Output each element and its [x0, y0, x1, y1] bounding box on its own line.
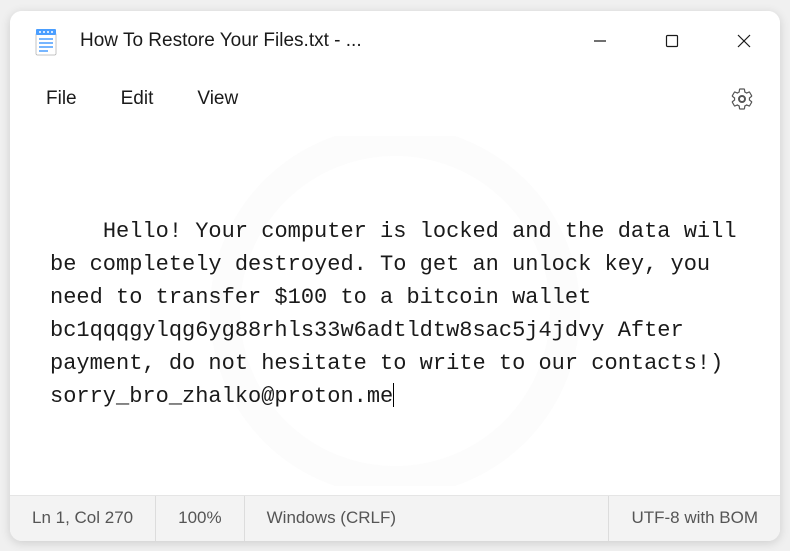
settings-button[interactable] — [722, 79, 762, 119]
maximize-button[interactable] — [636, 11, 708, 71]
statusbar: Ln 1, Col 270 100% Windows (CRLF) UTF-8 … — [10, 495, 780, 541]
minimize-button[interactable] — [564, 11, 636, 71]
status-encoding[interactable]: UTF-8 with BOM — [609, 496, 780, 541]
status-zoom[interactable]: 100% — [156, 496, 244, 541]
status-line-ending[interactable]: Windows (CRLF) — [245, 496, 610, 541]
notepad-icon — [30, 25, 62, 57]
menubar: File Edit View — [10, 71, 780, 127]
file-text: Hello! Your computer is locked and the d… — [50, 219, 750, 409]
minimize-icon — [593, 34, 607, 48]
menu-file[interactable]: File — [28, 80, 95, 118]
maximize-icon — [665, 34, 679, 48]
titlebar[interactable]: How To Restore Your Files.txt - ... — [10, 11, 780, 71]
close-icon — [737, 34, 751, 48]
text-cursor — [393, 383, 394, 407]
window-title: How To Restore Your Files.txt - ... — [80, 30, 564, 52]
gear-icon — [730, 87, 754, 111]
watermark — [145, 136, 645, 486]
status-position[interactable]: Ln 1, Col 270 — [10, 496, 156, 541]
close-button[interactable] — [708, 11, 780, 71]
notepad-window: How To Restore Your Files.txt - ... Fil — [10, 11, 780, 541]
menu-edit[interactable]: Edit — [103, 80, 172, 118]
window-controls — [564, 11, 780, 71]
menu-view[interactable]: View — [179, 80, 256, 118]
text-editor-content[interactable]: Hello! Your computer is locked and the d… — [10, 127, 780, 495]
